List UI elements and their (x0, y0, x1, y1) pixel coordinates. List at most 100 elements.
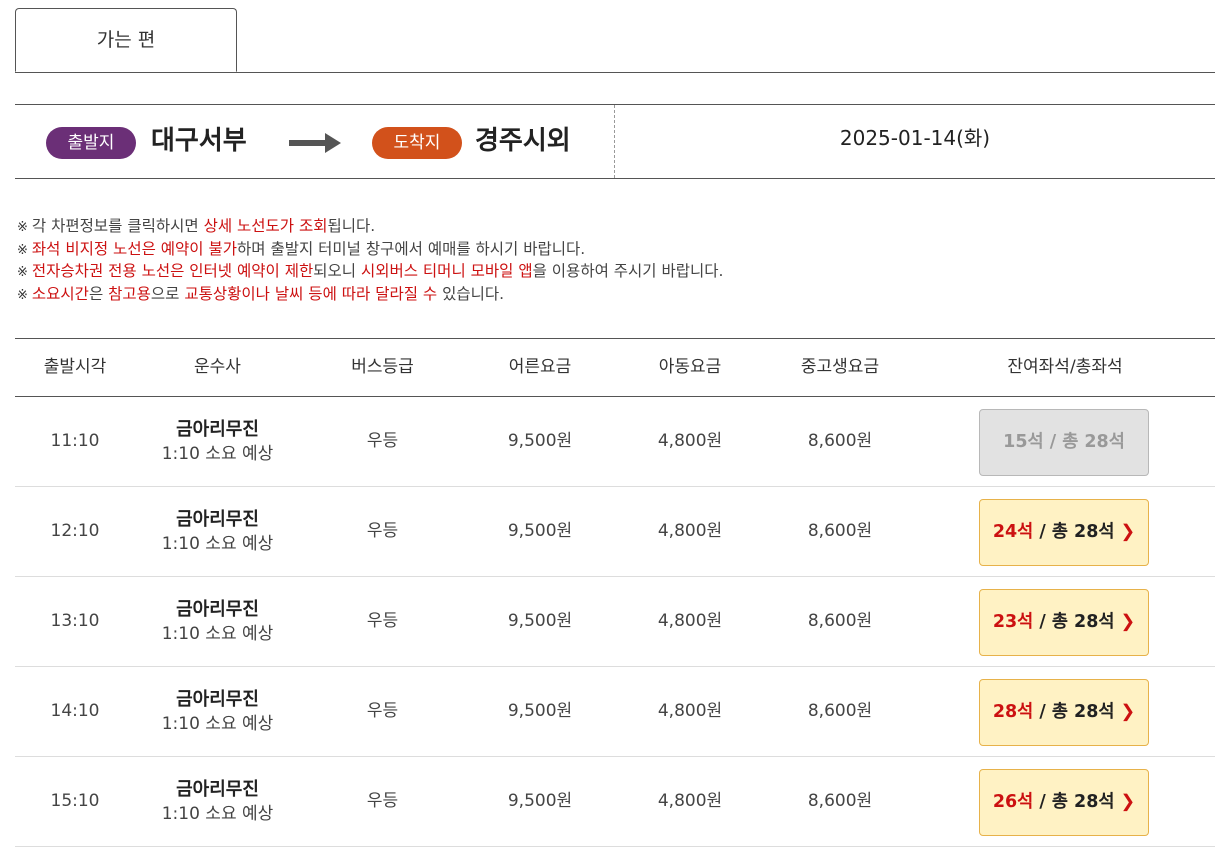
bus-grade: 우등 (366, 791, 399, 811)
header-company: 운수사 (194, 357, 241, 377)
notice-text: 하며 출발지 터미널 창구에서 예매를 하시기 바랍니다. (237, 239, 586, 258)
seat-separator: / (1043, 432, 1063, 452)
table-header: 출발시각 운수사 버스등급 어른요금 아동요금 중고생요금 잔여좌석/총좌석 (15, 338, 1215, 397)
notice-highlight: 교통상황이나 날씨 등에 따라 달라질 수 (184, 284, 438, 303)
notice-highlight: 시외버스 티머니 모바일 앱 (360, 262, 533, 280)
header-seats: 잔여좌석/총좌석 (1007, 357, 1123, 377)
departure-time: 13:10 (50, 611, 100, 631)
arrival-terminal: 경주시외 (475, 126, 571, 156)
notice-item: ※ 좌석 비지정 노선은 예약이 불가하며 출발지 터미널 창구에서 예매를 하시… (17, 239, 723, 262)
table-row[interactable]: 14:10 금아리무진 1:10 소요 예상 우등 9,500원 4,800원 8,600원… (15, 667, 1215, 757)
company-cell: 금아리무진 1:10 소요 예상 (135, 597, 300, 647)
notice-mark: ※ (17, 220, 28, 235)
notice-highlight: 참고용 (108, 284, 151, 303)
header-child-fare: 아동요금 (658, 357, 722, 377)
tab-underline (15, 72, 1215, 73)
child-fare: 4,800원 (657, 791, 723, 811)
table-row[interactable]: 11:10 금아리무진 1:10 소요 예상 우등 9,500원 4,800원 8,600원… (15, 397, 1215, 487)
adult-fare: 9,500원 (507, 791, 573, 811)
seat-select-button[interactable]: 23석 / 총 28석 ❯ (979, 589, 1149, 656)
bus-grade: 우등 (366, 431, 399, 451)
child-fare: 4,800원 (657, 521, 723, 541)
seat-separator: / (1033, 702, 1052, 722)
student-fare: 8,600원 (807, 521, 873, 541)
departure-time: 12:10 (50, 521, 100, 541)
child-fare: 4,800원 (657, 611, 723, 631)
seat-separator: / (1033, 792, 1052, 812)
departure-date: 2025-01-14(화) (839, 126, 991, 150)
available-seats: 26석 (992, 792, 1034, 812)
seat-separator: / (1033, 522, 1052, 542)
bus-grade: 우등 (366, 611, 399, 631)
company-name: 금아리무진 (176, 419, 259, 440)
notice-text: 을 이용하여 주시기 바랍니다. (532, 262, 724, 280)
adult-fare: 9,500원 (507, 701, 573, 721)
route-summary: 출발지 대구서부 도착지 경주시외 (15, 105, 614, 178)
child-fare: 4,800원 (657, 431, 723, 451)
total-seats: 총 28석 (1051, 522, 1115, 542)
arrival-badge: 도착지 (372, 127, 462, 159)
notice-item: ※ 전자승차권 전용 노선은 인터넷 예약이 제한되오니 시외버스 티머니 모바일… (17, 261, 723, 284)
notice-highlight: 전자승차권 전용 노선은 인터넷 예약이 제한 (31, 262, 314, 280)
table-row[interactable]: 12:10 금아리무진 1:10 소요 예상 우등 9,500원 4,800원 8,600원… (15, 487, 1215, 577)
chevron-right-icon: ❯ (1120, 702, 1136, 722)
seat-select-button[interactable]: 28석 / 총 28석 ❯ (979, 679, 1149, 746)
adult-fare: 9,500원 (507, 611, 573, 631)
chevron-right-icon: ❯ (1120, 792, 1136, 812)
notice-item: ※ 소요시간은 참고용으로 교통상황이나 날씨 등에 따라 달라질 수 있습니다. (17, 284, 723, 307)
notice-text: 되오니 (313, 262, 361, 280)
available-seats: 15석 (1003, 432, 1044, 452)
available-seats: 28석 (992, 702, 1034, 722)
arrow-right-icon (289, 133, 341, 153)
header-student-fare: 중고생요금 (800, 357, 880, 377)
seat-select-button[interactable]: 26석 / 총 28석 ❯ (979, 769, 1149, 836)
table-body: 11:10 금아리무진 1:10 소요 예상 우등 9,500원 4,800원 8,600원… (15, 397, 1215, 847)
available-seats: 24석 (992, 522, 1034, 542)
route-header: 출발지 대구서부 도착지 경주시외 2025-01-14(화) (15, 104, 1215, 179)
departure-time: 14:10 (50, 701, 100, 721)
table-row[interactable]: 15:10 금아리무진 1:10 소요 예상 우등 9,500원 4,800원 8,600원… (15, 757, 1215, 847)
notice-mark: ※ (17, 265, 28, 280)
adult-fare: 9,500원 (507, 431, 573, 451)
adult-fare: 9,500원 (507, 521, 573, 541)
table-row[interactable]: 13:10 금아리무진 1:10 소요 예상 우등 9,500원 4,800원 8,600원… (15, 577, 1215, 667)
departure-time: 15:10 (50, 791, 100, 811)
notice-item: ※ 각 차편정보를 클릭하시면 상세 노선도가 조회됩니다. (17, 216, 723, 239)
total-seats: 총 28석 (1051, 612, 1115, 632)
tab-bar: 가는 편 (15, 8, 1215, 73)
departure-badge: 출발지 (46, 127, 136, 159)
seat-select-button[interactable]: 24석 / 총 28석 ❯ (979, 499, 1149, 566)
total-seats: 총 28석 (1051, 792, 1115, 812)
duration: 1:10 소요 예상 (161, 534, 274, 554)
company-cell: 금아리무진 1:10 소요 예상 (135, 777, 300, 827)
student-fare: 8,600원 (807, 611, 873, 631)
duration: 1:10 소요 예상 (161, 804, 274, 824)
company-name: 금아리무진 (176, 689, 259, 710)
duration: 1:10 소요 예상 (161, 624, 274, 644)
notice-text: 으로 (150, 284, 185, 303)
notice-text: 각 차편정보를 클릭하시면 (31, 217, 204, 235)
seat-separator: / (1033, 612, 1052, 632)
duration: 1:10 소요 예상 (161, 444, 274, 464)
child-fare: 4,800원 (657, 701, 723, 721)
chevron-right-icon: ❯ (1120, 522, 1136, 542)
student-fare: 8,600원 (807, 791, 873, 811)
student-fare: 8,600원 (807, 701, 873, 721)
student-fare: 8,600원 (807, 431, 873, 451)
notice-text: 은 (88, 284, 109, 303)
timetable: 출발시각 운수사 버스등급 어른요금 아동요금 중고생요금 잔여좌석/총좌석 11:10 금아… (15, 338, 1215, 847)
header-bus-grade: 버스등급 (351, 357, 414, 377)
notice-list: ※ 각 차편정보를 클릭하시면 상세 노선도가 조회됩니다. ※ 좌석 비지정 노선은… (17, 216, 723, 306)
tab-outbound[interactable]: 가는 편 (15, 8, 237, 72)
company-cell: 금아리무진 1:10 소요 예상 (135, 507, 300, 557)
notice-highlight: 소요시간 (31, 284, 89, 303)
duration: 1:10 소요 예상 (161, 714, 274, 734)
notice-mark: ※ (17, 287, 28, 303)
notice-mark: ※ (17, 242, 28, 258)
notice-text: 있습니다. (437, 284, 505, 303)
chevron-right-icon: ❯ (1120, 612, 1136, 632)
total-seats: 총 28석 (1062, 432, 1125, 452)
header-adult-fare: 어른요금 (508, 357, 572, 377)
departure-terminal: 대구서부 (151, 126, 247, 156)
notice-text: 됩니다. (327, 217, 376, 235)
